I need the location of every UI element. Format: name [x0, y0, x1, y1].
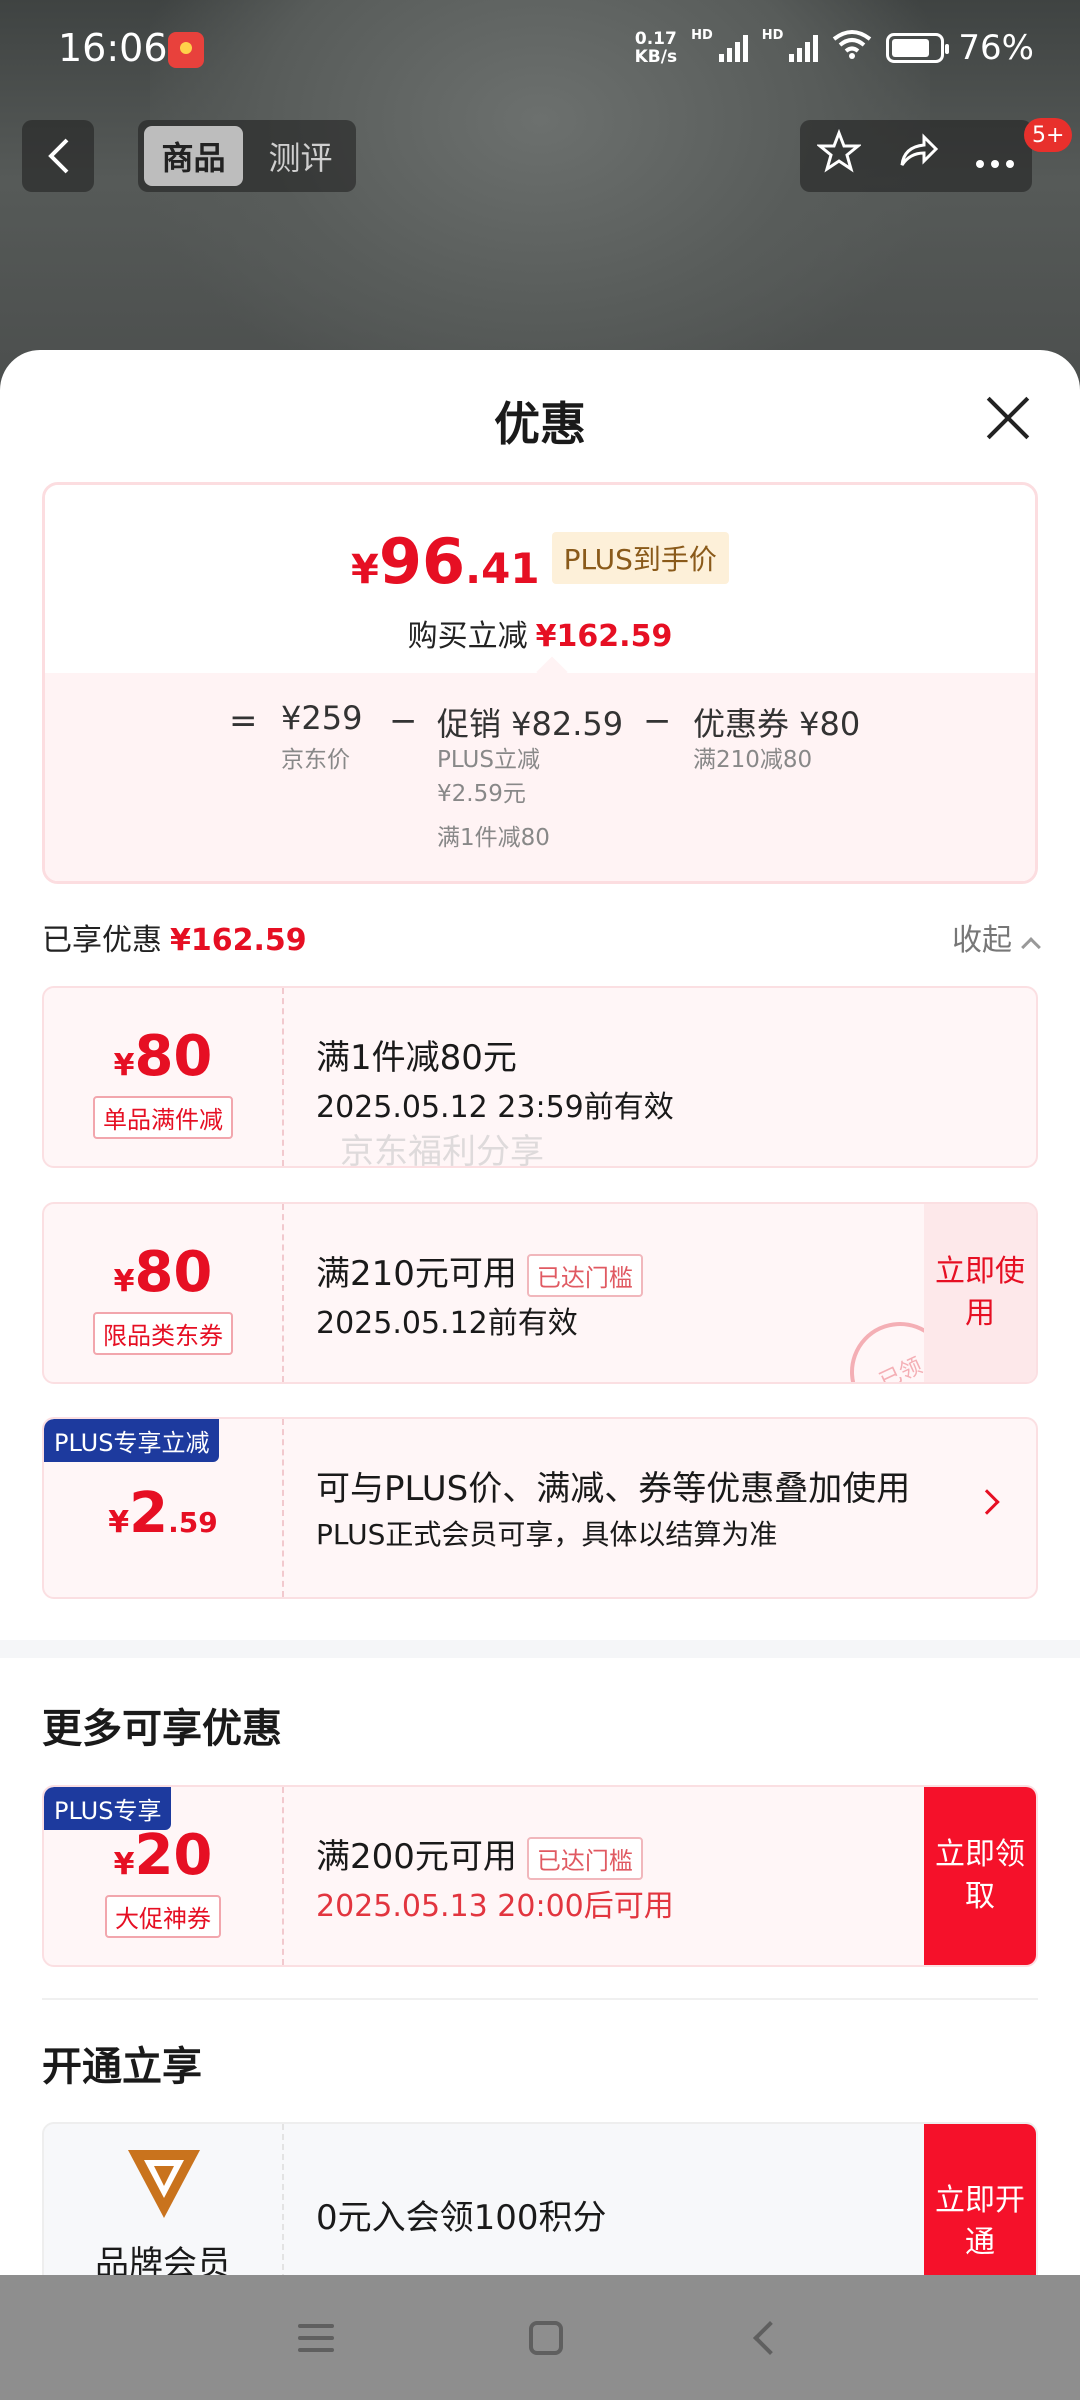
app-notification-icon	[168, 32, 204, 68]
battery-percent: 76%	[958, 28, 1034, 68]
coupon-amount: 优惠券 ¥80	[693, 705, 861, 743]
status-icons: 0.17 KB/s HD HD 76%	[635, 28, 1034, 68]
battery-icon	[886, 33, 950, 63]
enjoyed-label: 已享优惠	[42, 923, 162, 958]
coupon-desc: PLUS正式会员可享，具体以结算为准	[316, 1518, 778, 1551]
jd-price-label: 京东价	[281, 747, 350, 773]
plus-price-tag: PLUS到手价	[551, 532, 729, 584]
chevron-left-icon	[48, 138, 69, 174]
reduce-row: 购买立减 ¥162.59	[407, 619, 673, 654]
open-membership-title: 开通立享	[42, 2044, 202, 2090]
final-price: ¥96.41	[351, 525, 540, 598]
coupon-value: ¥80	[113, 1024, 213, 1089]
star-icon[interactable]	[816, 128, 863, 183]
promo-sub-2: ¥2.59元	[437, 781, 526, 807]
signal-icon-2	[789, 34, 819, 62]
coupon-title: 满1件减80元	[316, 1038, 517, 1078]
network-speed: 0.17 KB/s	[634, 29, 678, 67]
system-nav-bar	[0, 2275, 1080, 2400]
back-icon[interactable]	[753, 2320, 788, 2355]
divider	[42, 1998, 1038, 2000]
use-now-button[interactable]: 立即使用	[924, 1204, 1036, 1382]
chevron-right-icon	[974, 1489, 1000, 1515]
watermark: 京东福利分享	[340, 1132, 544, 1172]
sheet-title: 优惠	[494, 397, 586, 451]
coupon-validity: 2025.05.12前有效	[316, 1306, 578, 1341]
enjoyed-amount: ¥162.59	[170, 923, 307, 958]
plus-corner-tag: PLUS专享立减	[44, 1419, 220, 1462]
coupon-value: ¥80	[113, 1240, 213, 1305]
nav-actions	[800, 120, 1032, 192]
coupon-title: 满210元可用 已达门槛	[316, 1246, 643, 1297]
status-time: 16:06	[58, 26, 168, 70]
section-divider	[0, 1640, 1080, 1658]
equals-sign: =	[229, 701, 258, 741]
coupon-validity: 2025.05.12 23:59前有效	[316, 1090, 674, 1125]
claim-now-button[interactable]: 立即领取	[924, 1787, 1036, 1965]
signal-icon	[718, 34, 748, 62]
hd-icon: HD	[691, 28, 713, 43]
discount-sheet: 优惠 ¥96.41 PLUS到手价 购买立减 ¥162.59 = ¥259 京东价…	[0, 350, 1080, 2275]
brand-logo-icon	[128, 2150, 200, 2218]
menu-icon[interactable]	[297, 2323, 334, 2352]
tab-product[interactable]: 商品	[144, 126, 243, 186]
promo-amount: 促销 ¥82.59	[437, 705, 624, 743]
promo-sub-1: PLUS立减	[437, 747, 540, 773]
price-summary: ¥96.41 PLUS到手价 购买立减 ¥162.59 = ¥259 京东价 − …	[42, 482, 1038, 884]
coupon-type-tag: 限品类东券	[93, 1312, 233, 1355]
wifi-icon	[832, 28, 872, 68]
more-icon[interactable]	[975, 133, 1015, 179]
threshold-badge: 已达门槛	[526, 1837, 643, 1880]
collapse-button[interactable]: 收起	[952, 915, 1041, 959]
coupon-sub: 满210减80	[693, 747, 813, 773]
coupon-card-promo: PLUS专享 ¥20 大促神券 满200元可用 已达门槛 2025.05.13 2…	[42, 1785, 1038, 1967]
enjoyed-row: 已享优惠 ¥162.59 收起	[42, 915, 1041, 965]
minus-sign-2: −	[643, 701, 672, 741]
coupon-card-plus-reduction[interactable]: PLUS专享立减 ¥2.59 可与PLUS价、满减、券等优惠叠加使用 PLUS正…	[42, 1417, 1038, 1599]
tab-review[interactable]: 测评	[251, 126, 350, 186]
price-breakdown: = ¥259 京东价 − 促销 ¥82.59 PLUS立减 ¥2.59元 满1件…	[45, 673, 1035, 881]
coupon-validity: 2025.05.13 20:00后可用	[316, 1889, 674, 1924]
notification-badge: 5+	[1024, 118, 1073, 152]
minus-sign: −	[389, 701, 418, 741]
coupon-title: 可与PLUS价、满减、券等优惠叠加使用	[316, 1469, 911, 1509]
coupon-title: 满200元可用 已达门槛	[316, 1829, 643, 1880]
share-icon[interactable]	[896, 129, 940, 183]
home-icon[interactable]	[528, 2320, 563, 2355]
status-bar: 16:06 0.17 KB/s HD HD 76%	[0, 0, 1080, 100]
promo-sub-3: 满1件减80	[437, 825, 550, 851]
back-button[interactable]	[22, 120, 94, 192]
product-tabs: 商品 测评	[138, 120, 356, 192]
chevron-up-icon	[1021, 937, 1041, 957]
coupon-type-tag: 单品满件减	[93, 1096, 233, 1139]
threshold-badge: 已达门槛	[526, 1254, 643, 1297]
hd-icon-2: HD	[761, 28, 784, 43]
close-icon[interactable]	[976, 386, 1040, 450]
coupon-type-tag: 大促神券	[105, 1895, 221, 1938]
more-offers-title: 更多可享优惠	[42, 1706, 282, 1752]
coupon-value: ¥2.59	[108, 1481, 218, 1546]
jd-price: ¥259	[281, 699, 363, 737]
brand-member-offer: 0元入会领100积分	[316, 2198, 607, 2238]
coupon-value: ¥20	[113, 1823, 213, 1888]
coupon-card-jd-coupon: ¥80 限品类东券 满210元可用 已达门槛 2025.05.12前有效 已领 立…	[42, 1202, 1038, 1384]
